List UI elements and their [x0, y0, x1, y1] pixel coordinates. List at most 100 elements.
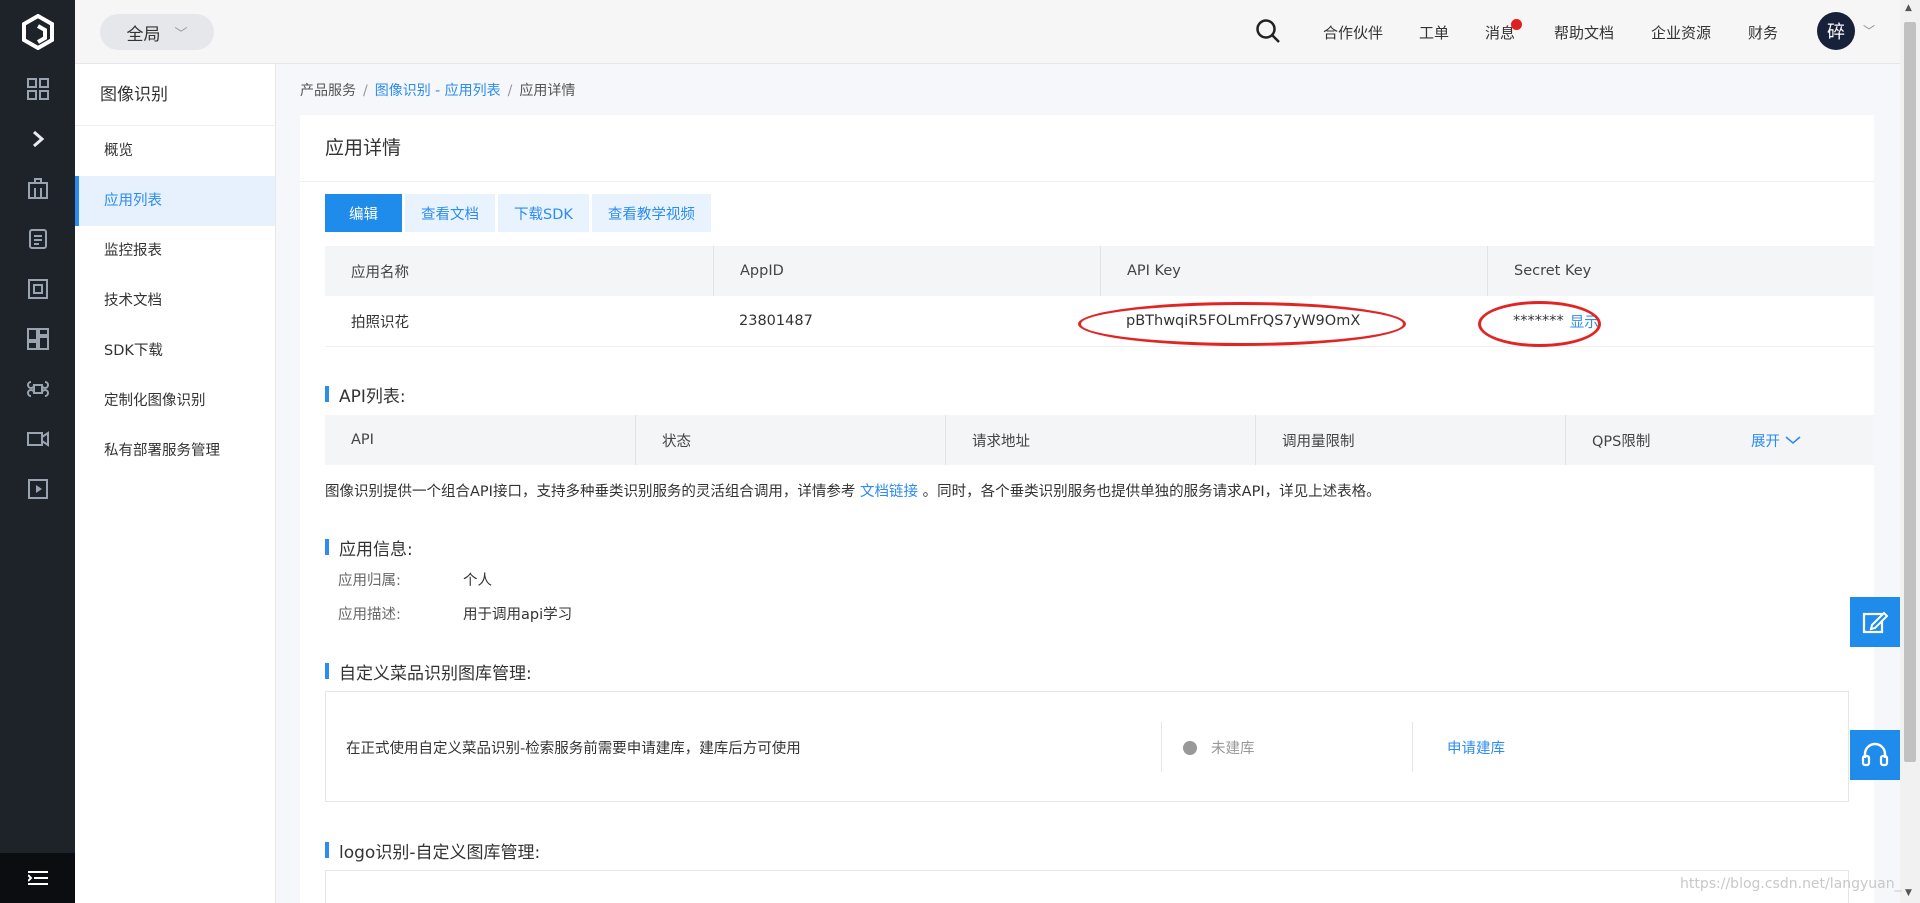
chevron-down-icon — [1785, 436, 1801, 445]
nav-messages[interactable]: 消息 — [1485, 0, 1523, 64]
col-api-key: API Key — [1100, 246, 1487, 296]
customer-service-icon[interactable] — [1850, 730, 1900, 780]
col-request-url: 请求地址 — [945, 415, 1255, 465]
secret-key-masked: ******* — [1513, 313, 1564, 329]
frame-icon[interactable] — [0, 264, 75, 314]
search-icon[interactable] — [1255, 18, 1281, 48]
video-icon[interactable] — [0, 414, 75, 464]
global-nav-rail — [0, 0, 75, 903]
collapse-menu-icon[interactable] — [0, 853, 75, 903]
sidebar-item-app-list[interactable]: 应用列表 — [75, 176, 275, 226]
nav-enterprise[interactable]: 企业资源 — [1651, 0, 1711, 64]
table-header: 应用名称 AppID API Key Secret Key — [325, 246, 1874, 296]
api-note: 图像识别提供一个组合API接口，支持多种垂类识别服务的灵活组合调用，详情参考 文… — [325, 480, 1381, 501]
sidebar-item-tech-docs[interactable]: 技术文档 — [75, 276, 275, 326]
avatar[interactable]: 碎 — [1817, 12, 1855, 50]
edit-button[interactable]: 编辑 — [325, 194, 402, 232]
top-bar: 全局 ﹀ 合作伙伴 工单 消息 帮助文档 企业资源 财务 碎 ﹀ — [75, 0, 1900, 64]
view-docs-button[interactable]: 查看文档 — [405, 194, 495, 232]
watermark: https://blog.csdn.net/langyuan_ — [1680, 876, 1902, 892]
sidebar-title: 图像识别 — [75, 64, 275, 126]
app-owner-row: 应用归属: 个人 — [338, 569, 492, 590]
sidebar-item-custom-recognition[interactable]: 定制化图像识别 — [75, 376, 275, 426]
show-secret-link[interactable]: 显示 — [1570, 311, 1599, 332]
status-dot — [1183, 740, 1197, 755]
api-note-prefix: 图像识别提供一个组合API接口，支持多种垂类识别服务的灵活组合调用，详情参考 — [325, 484, 856, 500]
sidebar-item-monitoring[interactable]: 监控报表 — [75, 226, 275, 276]
feedback-edit-icon[interactable] — [1850, 597, 1900, 647]
logo-library-box — [325, 870, 1849, 903]
app-detail-card: 应用详情 编辑 查看文档 下载SDK 查看教学视频 应用名称 AppID API… — [300, 115, 1874, 903]
col-status: 状态 — [635, 415, 945, 465]
command-icon[interactable] — [0, 364, 75, 414]
product-sidebar: 图像识别 概览 应用列表 监控报表 技术文档 SDK下载 定制化图像识别 私有部… — [75, 64, 276, 903]
dashboard-icon[interactable] — [0, 314, 75, 364]
download-sdk-button[interactable]: 下载SDK — [498, 194, 589, 232]
page-title: 应用详情 — [300, 115, 1874, 182]
dish-library-text: 在正式使用自定义菜品识别-检索服务前需要申请建库，建库后方可使用 — [346, 741, 801, 757]
tutorial-video-button[interactable]: 查看教学视频 — [591, 194, 711, 232]
logo-library-heading: logo识别-自定义图库管理: — [325, 838, 540, 863]
divider — [1412, 722, 1413, 772]
library-status: 未建库 — [1183, 737, 1255, 758]
col-app-name: 应用名称 — [351, 264, 409, 281]
app-desc-value: 用于调用api学习 — [463, 607, 573, 623]
scope-label: 全局 — [126, 24, 161, 45]
breadcrumb-app-list-link[interactable]: 图像识别 - 应用列表 — [375, 83, 501, 99]
col-app-id: AppID — [713, 246, 1100, 296]
page-scrollbar[interactable]: ▲ ▼ — [1900, 0, 1920, 903]
apply-library-link[interactable]: 申请建库 — [1447, 737, 1505, 758]
nav-finance[interactable]: 财务 — [1748, 0, 1778, 64]
api-list-table: API 状态 请求地址 调用量限制 QPS限制 展开 — [325, 415, 1874, 465]
action-buttons: 编辑 查看文档 下载SDK 查看教学视频 — [325, 194, 711, 232]
api-key-value: pBThwqiR5FOLmFrQS7yW9OmX — [1126, 313, 1361, 329]
dish-library-heading: 自定义菜品识别图库管理: — [325, 659, 532, 684]
grid-icon[interactable] — [0, 64, 75, 114]
app-name-value: 拍照识花 — [351, 314, 409, 331]
cloud-logo-icon[interactable] — [0, 0, 75, 64]
app-id-value: 23801487 — [739, 313, 813, 329]
chevron-down-icon[interactable]: ﹀ — [1863, 22, 1875, 39]
expand-label: 展开 — [1751, 433, 1780, 450]
dish-library-box: 在正式使用自定义菜品识别-检索服务前需要申请建库，建库后方可使用 未建库 申请建… — [325, 691, 1849, 802]
play-icon[interactable] — [0, 464, 75, 514]
breadcrumb-current: 应用详情 — [519, 83, 576, 99]
api-list-heading: API列表: — [325, 382, 406, 407]
divider — [1161, 722, 1162, 772]
library-status-label: 未建库 — [1211, 741, 1255, 757]
app-desc-label: 应用描述: — [338, 607, 401, 623]
scroll-up-icon[interactable]: ▲ — [1905, 3, 1912, 13]
notification-dot — [1511, 19, 1523, 30]
col-secret-key: Secret Key — [1487, 246, 1874, 296]
app-desc-row: 应用描述: 用于调用api学习 — [338, 603, 572, 624]
breadcrumb: 产品服务 / 图像识别 - 应用列表 / 应用详情 — [300, 80, 575, 100]
nav-partners[interactable]: 合作伙伴 — [1323, 0, 1383, 64]
document-icon[interactable] — [0, 214, 75, 264]
scrollbar-thumb[interactable] — [1904, 22, 1916, 762]
app-owner-label: 应用归属: — [338, 573, 401, 589]
scope-selector[interactable]: 全局 ﹀ — [100, 14, 214, 50]
nav-tickets[interactable]: 工单 — [1419, 0, 1449, 64]
sidebar-item-private-deploy[interactable]: 私有部署服务管理 — [75, 426, 275, 476]
scroll-down-icon[interactable]: ▼ — [1905, 888, 1912, 898]
col-qps-limit: QPS限制 — [1565, 415, 1725, 465]
doc-link[interactable]: 文档链接 — [860, 484, 918, 500]
app-owner-value: 个人 — [463, 573, 492, 589]
secret-key-cell: ******* 显示 — [1487, 296, 1874, 346]
nav-help-docs[interactable]: 帮助文档 — [1554, 0, 1614, 64]
api-note-suffix: 。同时，各个垂类识别服务也提供单独的服务请求API，详见上述表格。 — [922, 484, 1381, 500]
table-header: API 状态 请求地址 调用量限制 QPS限制 展开 — [325, 415, 1874, 465]
expand-toggle[interactable]: 展开 — [1725, 415, 1874, 465]
breadcrumb-separator: / — [363, 83, 368, 99]
breadcrumb-root[interactable]: 产品服务 — [300, 83, 356, 99]
sidebar-item-overview[interactable]: 概览 — [75, 126, 275, 176]
chevron-right-icon[interactable] — [0, 114, 75, 164]
table-row: 拍照识花 23801487 pBThwqiR5FOLmFrQS7yW9OmX *… — [325, 296, 1874, 347]
app-info-heading: 应用信息: — [325, 535, 413, 560]
sidebar-item-sdk-download[interactable]: SDK下载 — [75, 326, 275, 376]
app-credentials-table: 应用名称 AppID API Key Secret Key 拍照识花 23801… — [325, 246, 1874, 347]
building-icon[interactable] — [0, 164, 75, 214]
chevron-down-icon: ﹀ — [174, 26, 188, 42]
col-api: API — [351, 432, 374, 448]
col-call-limit: 调用量限制 — [1255, 415, 1565, 465]
